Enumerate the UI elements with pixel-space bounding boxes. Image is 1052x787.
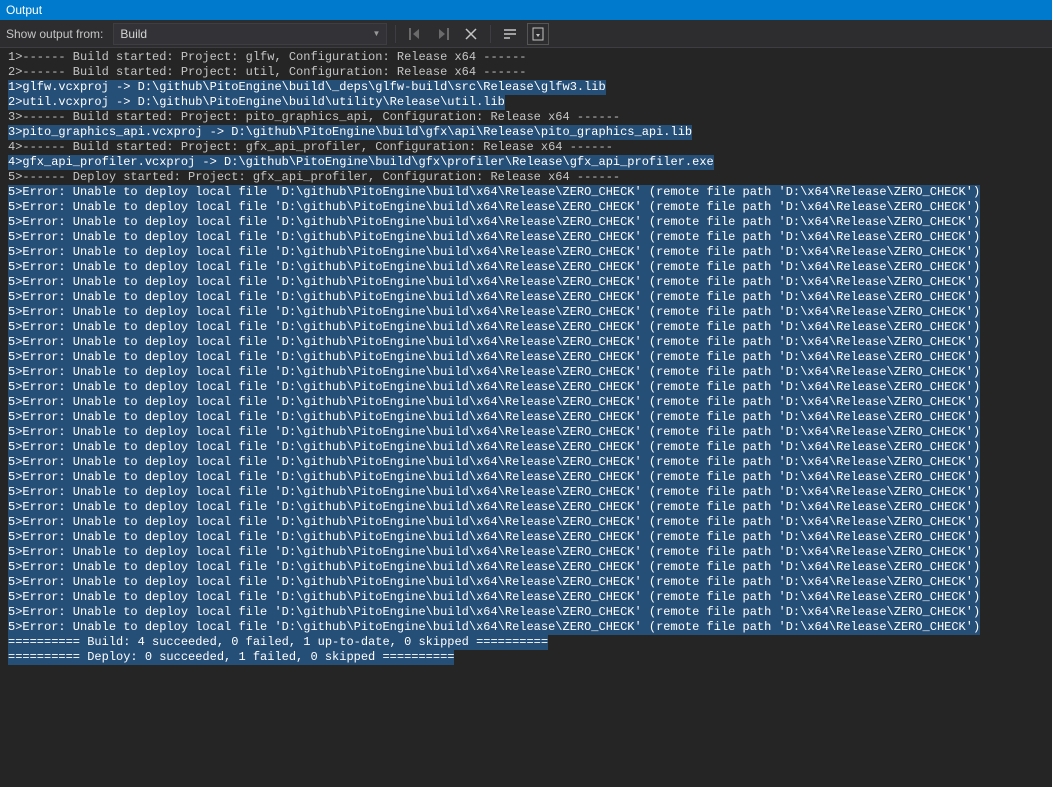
output-line[interactable]: 1>------ Build started: Project: glfw, C… bbox=[8, 50, 1044, 65]
output-line[interactable]: 2>------ Build started: Project: util, C… bbox=[8, 65, 1044, 80]
output-line[interactable]: 5>Error: Unable to deploy local file 'D:… bbox=[8, 245, 980, 260]
output-line[interactable]: 5>Error: Unable to deploy local file 'D:… bbox=[8, 215, 980, 230]
output-line[interactable]: 5>Error: Unable to deploy local file 'D:… bbox=[8, 455, 980, 470]
output-line[interactable]: 5>Error: Unable to deploy local file 'D:… bbox=[8, 590, 980, 605]
output-line[interactable]: 5>Error: Unable to deploy local file 'D:… bbox=[8, 200, 980, 215]
output-line[interactable]: ========== Build: 4 succeeded, 0 failed,… bbox=[8, 635, 548, 650]
toolbar-separator bbox=[395, 25, 396, 43]
panel-title-bar[interactable]: Output bbox=[0, 0, 1052, 20]
output-source-dropdown[interactable]: Build ▼ bbox=[113, 23, 387, 45]
output-line[interactable]: 5>Error: Unable to deploy local file 'D:… bbox=[8, 605, 980, 620]
output-toolbar: Show output from: Build ▼ bbox=[0, 20, 1052, 48]
chevron-down-icon: ▼ bbox=[372, 29, 380, 38]
output-line[interactable]: 5>Error: Unable to deploy local file 'D:… bbox=[8, 500, 980, 515]
output-line[interactable]: 5>Error: Unable to deploy local file 'D:… bbox=[8, 620, 980, 635]
output-line[interactable]: 5>Error: Unable to deploy local file 'D:… bbox=[8, 380, 980, 395]
output-source-value: Build bbox=[120, 27, 147, 41]
output-line[interactable]: 4>gfx_api_profiler.vcxproj -> D:\github\… bbox=[8, 155, 714, 170]
output-line[interactable]: 5>Error: Unable to deploy local file 'D:… bbox=[8, 425, 980, 440]
word-wrap-icon bbox=[502, 26, 518, 42]
toggle-word-wrap-button[interactable] bbox=[499, 23, 521, 45]
output-line[interactable]: 5>Error: Unable to deploy local file 'D:… bbox=[8, 515, 980, 530]
toolbar-separator bbox=[490, 25, 491, 43]
output-line[interactable]: 5>Error: Unable to deploy local file 'D:… bbox=[8, 335, 980, 350]
auto-scroll-icon bbox=[530, 26, 546, 42]
clear-icon bbox=[463, 26, 479, 42]
panel-title: Output bbox=[6, 3, 42, 17]
clear-all-button[interactable] bbox=[460, 23, 482, 45]
output-line[interactable]: 5>Error: Unable to deploy local file 'D:… bbox=[8, 365, 980, 380]
output-line[interactable]: 5>Error: Unable to deploy local file 'D:… bbox=[8, 290, 980, 305]
output-line[interactable]: 5>Error: Unable to deploy local file 'D:… bbox=[8, 410, 980, 425]
output-line[interactable]: 3>pito_graphics_api.vcxproj -> D:\github… bbox=[8, 125, 692, 140]
output-line[interactable]: 5>Error: Unable to deploy local file 'D:… bbox=[8, 230, 980, 245]
arrow-left-indent-icon bbox=[407, 26, 423, 42]
output-line[interactable]: 5>Error: Unable to deploy local file 'D:… bbox=[8, 485, 980, 500]
output-line[interactable]: 5>Error: Unable to deploy local file 'D:… bbox=[8, 470, 980, 485]
arrow-right-indent-icon bbox=[435, 26, 451, 42]
next-message-button[interactable] bbox=[432, 23, 454, 45]
show-output-from-label: Show output from: bbox=[6, 27, 103, 41]
toggle-auto-scroll-button[interactable] bbox=[527, 23, 549, 45]
output-line[interactable]: ========== Deploy: 0 succeeded, 1 failed… bbox=[8, 650, 454, 665]
output-line[interactable]: 1>glfw.vcxproj -> D:\github\PitoEngine\b… bbox=[8, 80, 606, 95]
output-text-area[interactable]: 1>------ Build started: Project: glfw, C… bbox=[0, 48, 1052, 787]
output-line[interactable]: 5>Error: Unable to deploy local file 'D:… bbox=[8, 320, 980, 335]
output-line[interactable]: 5>Error: Unable to deploy local file 'D:… bbox=[8, 395, 980, 410]
output-line[interactable]: 2>util.vcxproj -> D:\github\PitoEngine\b… bbox=[8, 95, 505, 110]
output-line[interactable]: 5>------ Deploy started: Project: gfx_ap… bbox=[8, 170, 1044, 185]
output-line[interactable]: 5>Error: Unable to deploy local file 'D:… bbox=[8, 275, 980, 290]
output-line[interactable]: 5>Error: Unable to deploy local file 'D:… bbox=[8, 545, 980, 560]
output-line[interactable]: 5>Error: Unable to deploy local file 'D:… bbox=[8, 575, 980, 590]
output-line[interactable]: 3>------ Build started: Project: pito_gr… bbox=[8, 110, 1044, 125]
prev-message-button[interactable] bbox=[404, 23, 426, 45]
output-line[interactable]: 5>Error: Unable to deploy local file 'D:… bbox=[8, 440, 980, 455]
output-line[interactable]: 5>Error: Unable to deploy local file 'D:… bbox=[8, 560, 980, 575]
output-line[interactable]: 4>------ Build started: Project: gfx_api… bbox=[8, 140, 1044, 155]
output-line[interactable]: 5>Error: Unable to deploy local file 'D:… bbox=[8, 530, 980, 545]
output-line[interactable]: 5>Error: Unable to deploy local file 'D:… bbox=[8, 185, 980, 200]
output-line[interactable]: 5>Error: Unable to deploy local file 'D:… bbox=[8, 260, 980, 275]
output-line[interactable]: 5>Error: Unable to deploy local file 'D:… bbox=[8, 305, 980, 320]
output-line[interactable]: 5>Error: Unable to deploy local file 'D:… bbox=[8, 350, 980, 365]
